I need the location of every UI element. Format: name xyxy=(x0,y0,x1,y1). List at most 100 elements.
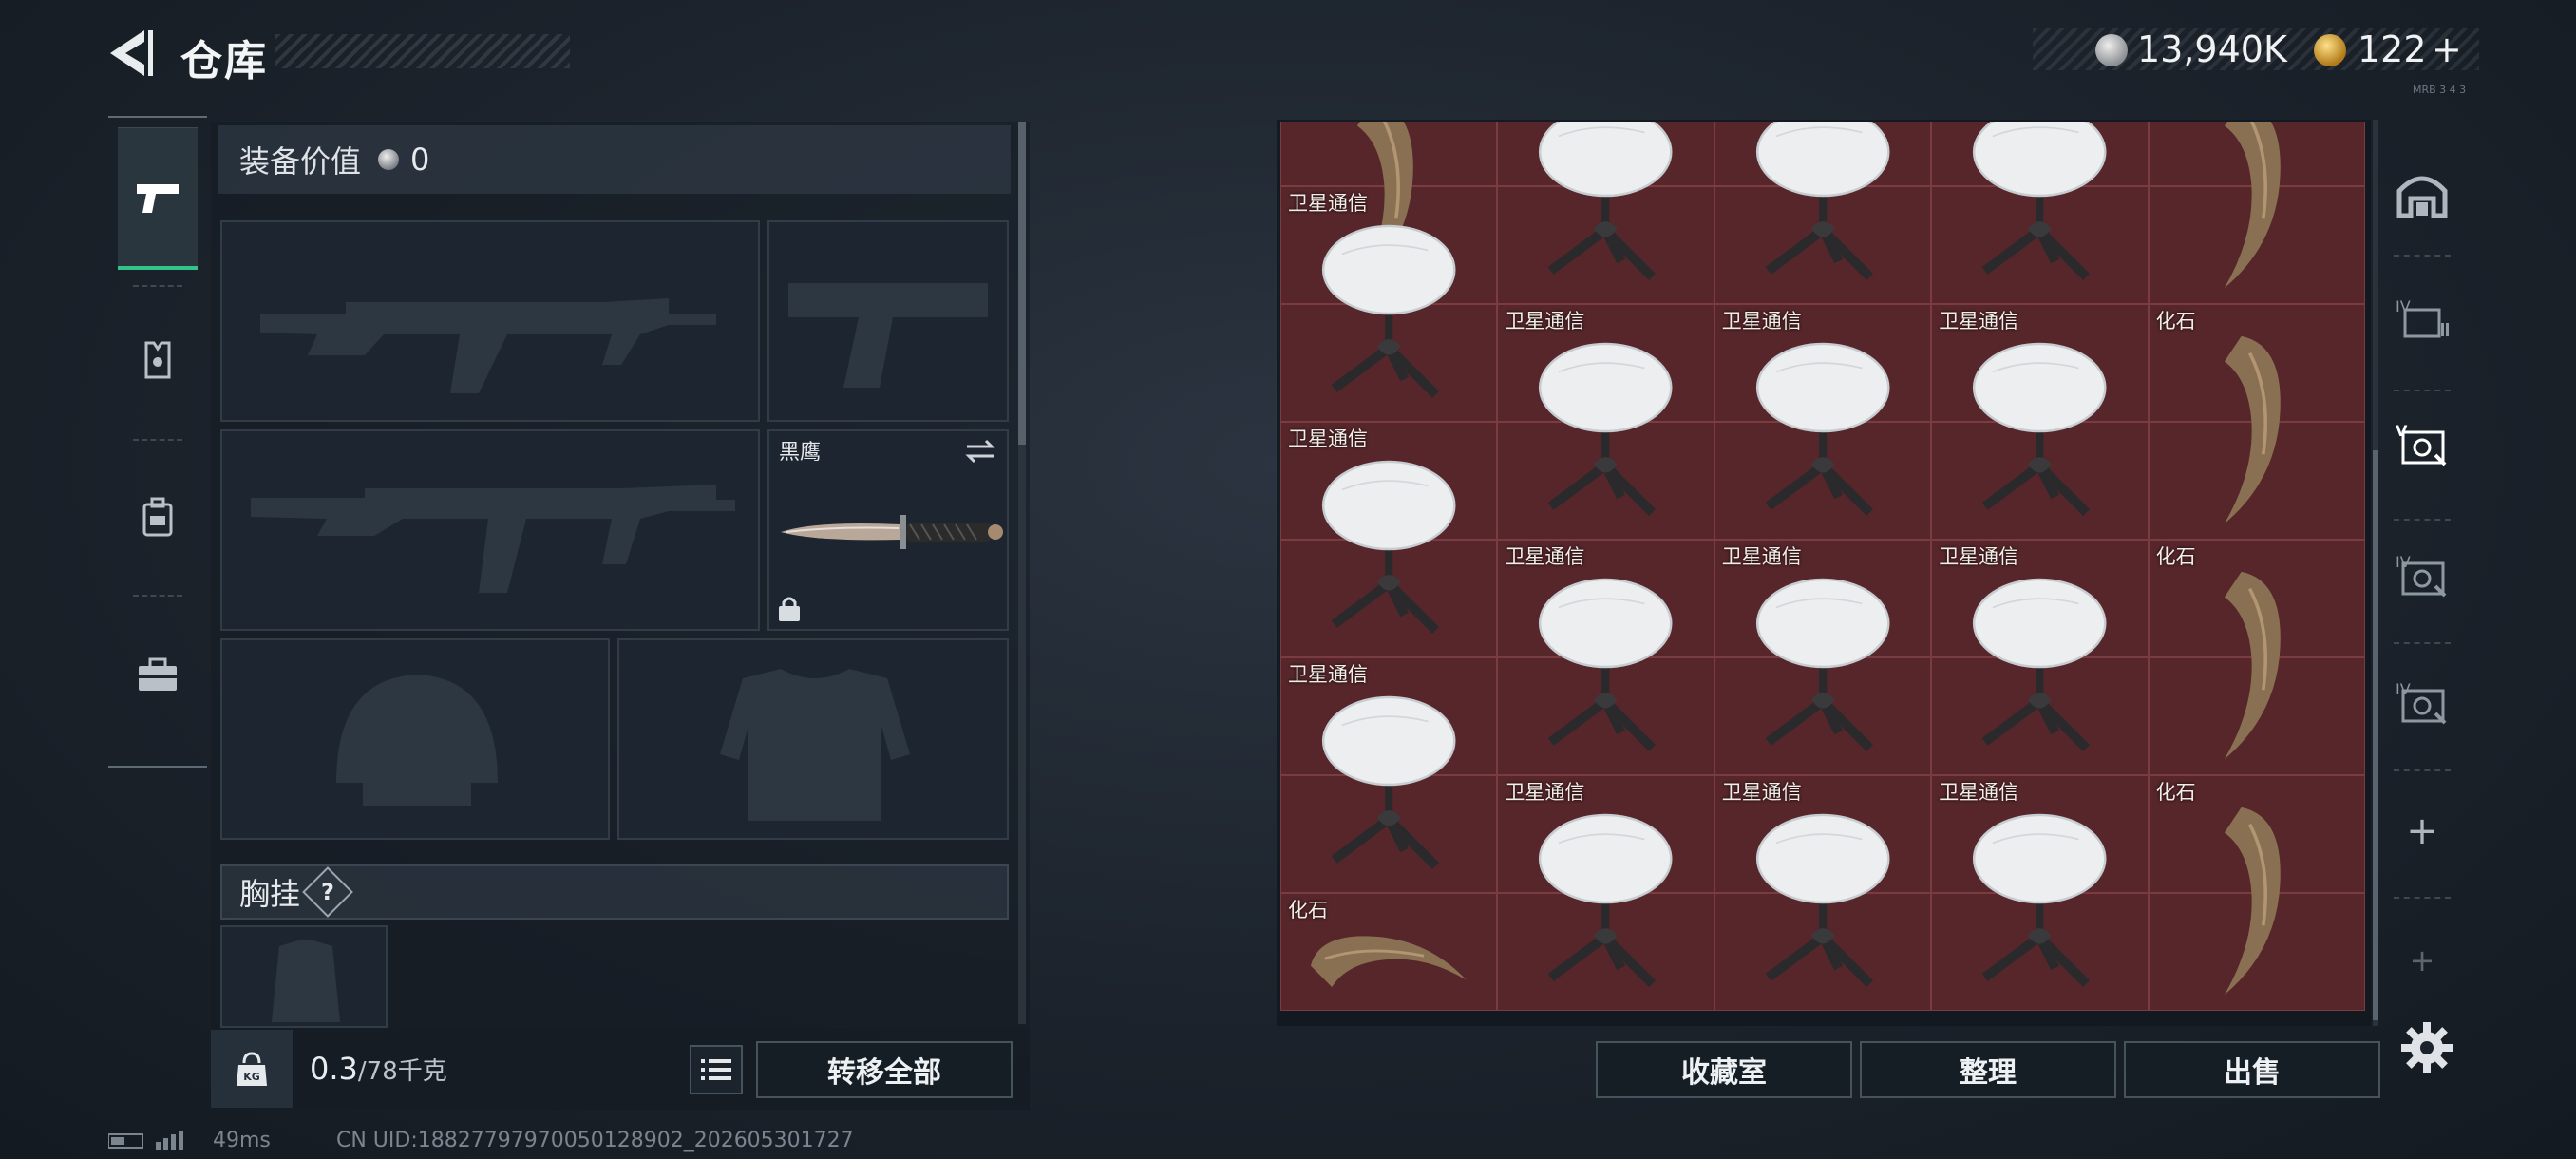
back-arrow-icon[interactable] xyxy=(106,27,154,80)
sell-button[interactable]: 出售 xyxy=(2124,1041,2380,1098)
primary-weapon-slot[interactable] xyxy=(220,220,760,422)
stash-item-satellite-comm[interactable]: 卫星通信 xyxy=(1280,186,1497,422)
stash-item-fossil[interactable]: 化石 xyxy=(1280,893,1497,1011)
page-title: 仓库 xyxy=(180,37,268,86)
stash-nav-divider xyxy=(2394,897,2451,899)
loadout-scrollbar-thumb[interactable] xyxy=(1018,122,1026,445)
stash-scrollbar-thumb[interactable] xyxy=(2373,450,2378,1020)
body-armor-silhouette-icon xyxy=(720,669,910,821)
stash-item-label: 卫星通信 xyxy=(1721,310,1802,332)
stash-nav-divider xyxy=(2394,770,2451,771)
stash-grid[interactable]: 卫星通信 卫星通信 卫星通信 卫星通信 化石 卫星通信 卫星通信 卫星通信 卫星通信 化石 卫星通信… xyxy=(1280,122,2365,1011)
backpack-icon xyxy=(142,497,173,537)
stash-item-label: 化石 xyxy=(2155,545,2196,568)
stash-item-satellite-comm[interactable]: 卫星通信 xyxy=(1280,657,1497,893)
kettlebell-icon: KG xyxy=(237,1052,267,1086)
stash-tab-home[interactable] xyxy=(2382,142,2462,247)
equipment-value-amount: 0 xyxy=(410,142,430,178)
gold-currency-amount: 122 xyxy=(2358,28,2427,70)
battery-signal-icons xyxy=(107,1129,194,1157)
stash-item-label: 卫星通信 xyxy=(1939,545,2019,568)
stash-item-satellite-comm[interactable]: 卫星通信 xyxy=(1714,304,1931,540)
nav-tab-case[interactable] xyxy=(118,604,198,747)
stash-item-satellite-comm[interactable] xyxy=(1714,122,1931,304)
lock-icon xyxy=(779,597,800,621)
stash-item-satellite-comm[interactable]: 卫星通信 xyxy=(1714,775,1931,1011)
stash-item-label: 化石 xyxy=(2155,310,2196,332)
melee-slot[interactable]: 黑鹰 xyxy=(767,429,1009,631)
stash-item-satellite-comm[interactable] xyxy=(1931,122,2148,304)
briefcase-icon xyxy=(139,657,177,691)
stash-item-label: 卫星通信 xyxy=(1288,663,1368,686)
secondary-weapon-slot[interactable] xyxy=(220,429,760,631)
folder-tier-icon: IV xyxy=(2396,297,2449,338)
add-currency-button[interactable]: + xyxy=(2432,28,2462,70)
help-icon[interactable]: ? xyxy=(302,866,353,918)
swap-icon[interactable] xyxy=(963,437,997,466)
rifle-silhouette-icon xyxy=(251,484,735,593)
satellite-dish-icon xyxy=(1539,122,1673,280)
settings-gear-icon[interactable] xyxy=(2399,1020,2454,1075)
satellite-dish-icon xyxy=(1539,578,1673,751)
stash-item-satellite-comm[interactable]: 卫星通信 xyxy=(1931,775,2148,1011)
satellite-dish-icon xyxy=(1755,342,1890,516)
add-stash-tab-button[interactable]: + xyxy=(2382,779,2462,884)
satellite-dish-icon xyxy=(1321,224,1456,398)
chest-rig-slot[interactable] xyxy=(220,925,388,1028)
stash-item-fossil[interactable]: 化石 xyxy=(2149,304,2365,540)
stash-tab-safe-2[interactable]: IV xyxy=(2382,524,2462,629)
weight-icon: KG xyxy=(211,1030,293,1108)
stash-item-satellite-comm[interactable]: 卫星通信 xyxy=(1714,540,1931,775)
knife-icon xyxy=(781,515,1003,549)
equipment-value-label: 装备价值 xyxy=(239,143,362,180)
stash-nav-divider xyxy=(2394,519,2451,521)
stash-nav-divider xyxy=(2394,642,2451,644)
stash-item-satellite-comm[interactable]: 卫星通信 xyxy=(1280,422,1497,657)
fossil-claw-icon xyxy=(2225,122,2282,288)
stash-item-label: 卫星通信 xyxy=(1505,545,1585,568)
satellite-dish-icon xyxy=(1539,813,1673,987)
list-view-button[interactable] xyxy=(690,1045,743,1094)
helmet-slot[interactable] xyxy=(220,638,610,840)
chest-rig-silhouette-icon xyxy=(272,940,340,1022)
nav-tab-armor[interactable] xyxy=(118,289,198,431)
fossil-claw-icon xyxy=(2225,807,2282,995)
satellite-dish-icon xyxy=(1973,342,2107,516)
stash-item-satellite-comm[interactable]: 卫星通信 xyxy=(1497,304,1714,540)
battery-icon xyxy=(107,1130,183,1150)
stash-tab-safe-3[interactable]: IV xyxy=(2382,652,2462,756)
stash-item-fossil[interactable]: 化石 xyxy=(2149,775,2365,1011)
collection-room-button[interactable]: 收藏室 xyxy=(1596,1041,1852,1098)
chest-rig-header: 胸挂 ? xyxy=(220,864,1009,920)
nav-tab-weapons[interactable] xyxy=(118,127,198,270)
stash-item-fossil[interactable]: 化石 xyxy=(2149,540,2365,775)
gold-coin-icon xyxy=(2314,34,2346,66)
silver-currency-amount: 13,940K xyxy=(2137,28,2287,70)
armor-slot[interactable] xyxy=(617,638,1009,840)
stash-item-label: 卫星通信 xyxy=(1288,428,1368,450)
stash-item-label: 卫星通信 xyxy=(1505,781,1585,804)
stash-item-satellite-comm[interactable]: 卫星通信 xyxy=(1931,540,2148,775)
stash-item-satellite-comm[interactable]: 卫星通信 xyxy=(1497,540,1714,775)
satellite-dish-icon xyxy=(1755,813,1890,987)
nav-tab-backpack[interactable] xyxy=(118,446,198,589)
safe-active-icon: V xyxy=(2396,422,2447,466)
transfer-all-button[interactable]: 转移全部 xyxy=(756,1041,1013,1098)
ping-text: 49ms xyxy=(213,1129,271,1152)
nav-divider xyxy=(133,439,182,441)
uid-text: CN UID:18827797970050128902_202605301727 xyxy=(336,1129,854,1152)
stash-viewport: 卫星通信 卫星通信 卫星通信 卫星通信 化石 卫星通信 卫星通信 卫星通信 卫星通信 化石 卫星通信… xyxy=(1280,122,2365,1022)
satellite-dish-icon xyxy=(1321,695,1456,869)
stash-item-satellite-comm[interactable] xyxy=(1497,122,1714,304)
safe-tier-icon: IV xyxy=(2396,680,2447,725)
pistol-silhouette-icon xyxy=(788,283,988,388)
stash-tab-vault[interactable]: V xyxy=(2382,393,2462,498)
organize-button[interactable]: 整理 xyxy=(1860,1041,2116,1098)
stash-item-label: 卫星通信 xyxy=(1288,192,1368,215)
stash-item-fossil[interactable] xyxy=(2149,122,2365,304)
stash-item-satellite-comm[interactable]: 卫星通信 xyxy=(1931,304,2148,540)
stash-tab-files[interactable]: IV xyxy=(2382,266,2462,370)
stash-item-label: 卫星通信 xyxy=(1939,310,2019,332)
sidearm-slot[interactable] xyxy=(767,220,1009,422)
stash-item-satellite-comm[interactable]: 卫星通信 xyxy=(1497,775,1714,1011)
